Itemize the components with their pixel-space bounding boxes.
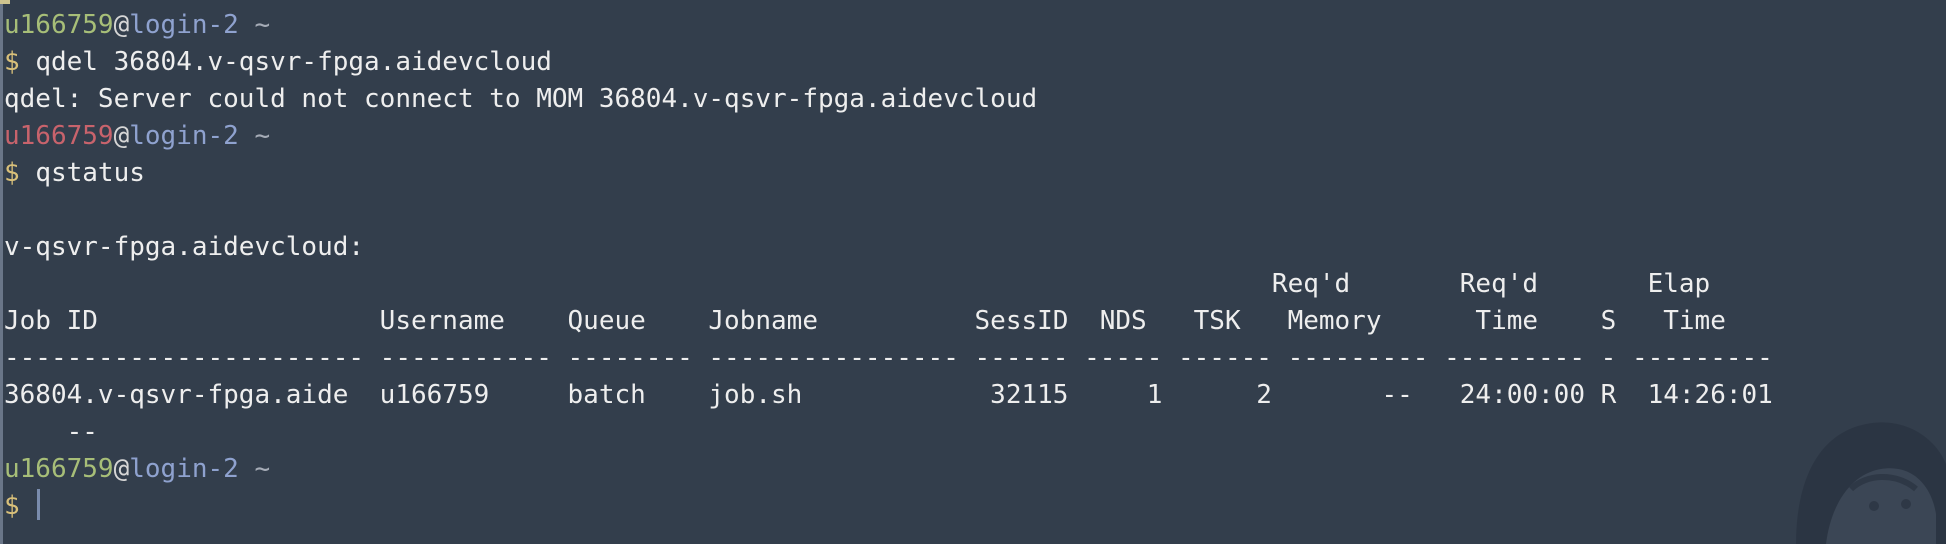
prompt-line: u166759@login-2 ~: [4, 7, 1773, 44]
prompt-at: @: [113, 454, 130, 484]
output-line: qdel: Server could not connect to MOM 36…: [4, 84, 1038, 114]
terminal-window[interactable]: u166759@login-2 ~ $ qdel 36804.v-qsvr-fpg…: [0, 0, 1946, 544]
prompt-line: u166759@login-2 ~: [4, 451, 1773, 488]
server-name: v-qsvr-fpga.aidevcloud:: [4, 232, 365, 262]
prompt-at: @: [113, 121, 130, 151]
prompt-dir: ~: [254, 121, 271, 151]
prompt-dir: ~: [254, 10, 271, 40]
table-header-top: Req'd Req'd Elap: [4, 269, 1711, 299]
command-text: qdel 36804.v-qsvr-fpga.aidevcloud: [35, 47, 552, 77]
prompt-host: login-2: [129, 10, 239, 40]
command-text: qstatus: [35, 158, 145, 188]
table-row-wrap: --: [4, 417, 98, 447]
prompt-user: u166759: [4, 10, 114, 40]
prompt-symbol: $: [4, 491, 20, 521]
prompt-host: login-2: [129, 454, 239, 484]
background-art-icon: [1796, 422, 1946, 544]
text-cursor-icon[interactable]: [37, 489, 41, 520]
prompt-host: login-2: [129, 121, 239, 151]
terminal-output[interactable]: u166759@login-2 ~ $ qdel 36804.v-qsvr-fpg…: [4, 7, 1773, 525]
prompt-user: u166759: [4, 454, 114, 484]
prompt-symbol: $: [4, 47, 20, 77]
input-line[interactable]: $: [4, 488, 1773, 525]
command-line: $ qdel 36804.v-qsvr-fpga.aidevcloud: [4, 44, 1773, 81]
previous-output-fragment: [0, 0, 10, 4]
prompt-line: u166759@login-2 ~: [4, 118, 1773, 155]
table-header: Job ID Username Queue Jobname SessID NDS…: [4, 306, 1726, 336]
prompt-dir: ~: [254, 454, 271, 484]
table-row: 36804.v-qsvr-fpga.aide u166759 batch job…: [4, 380, 1773, 410]
table-separator: ----------------------- ----------- ----…: [4, 343, 1773, 373]
prompt-at: @: [113, 10, 130, 40]
command-line: $ qstatus: [4, 155, 1773, 192]
prompt-symbol: $: [4, 158, 20, 188]
prompt-user: u166759: [4, 121, 114, 151]
window-left-edge: [0, 0, 3, 544]
